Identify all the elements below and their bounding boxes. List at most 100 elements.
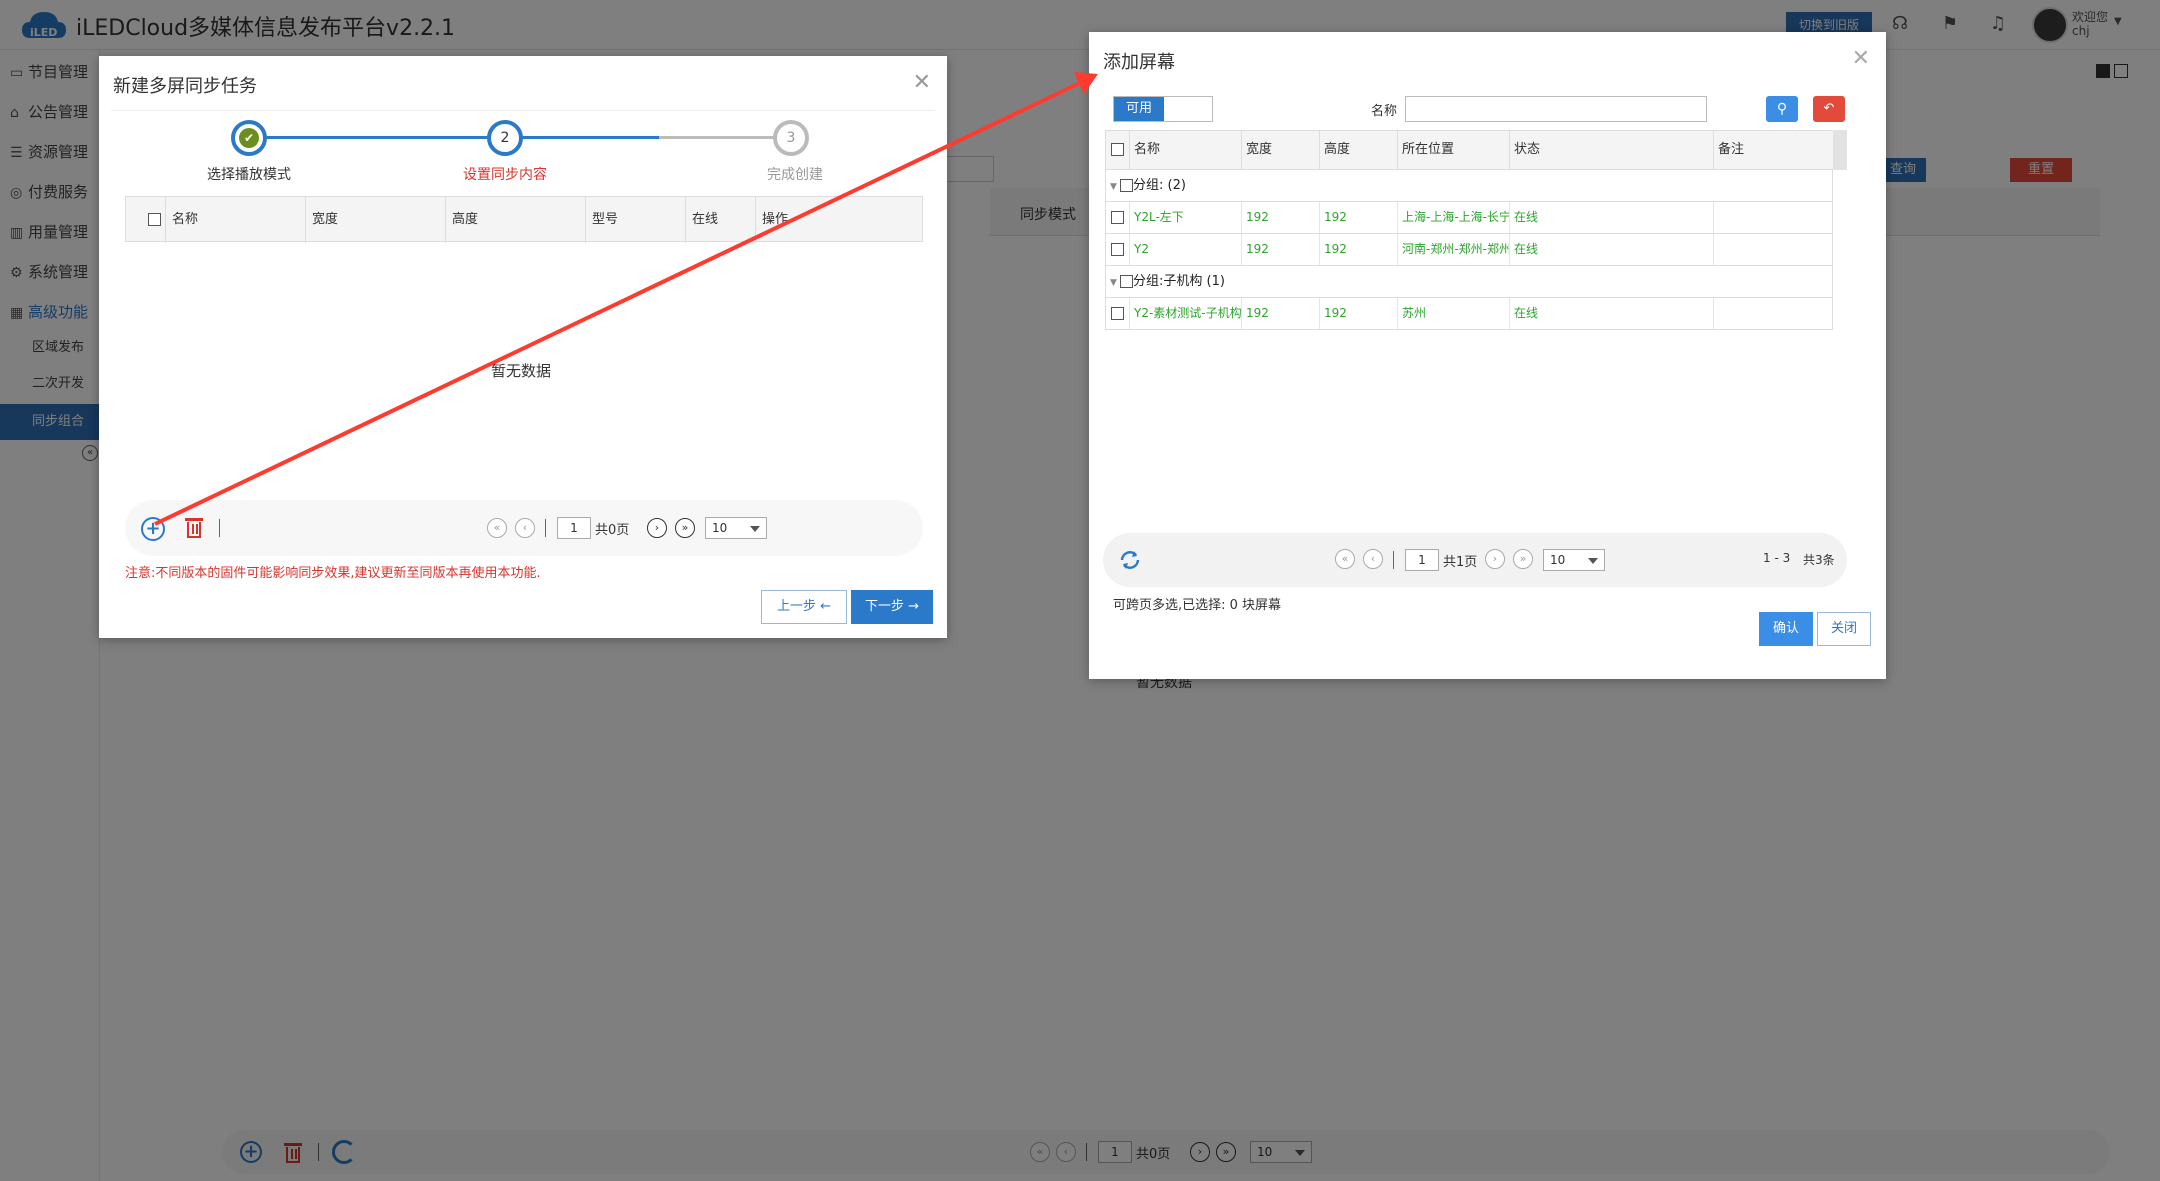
prev-page-icon[interactable]: ‹ [515, 518, 535, 538]
step-1-circle: ✔ [231, 120, 267, 156]
column-header: 宽度 [1242, 131, 1320, 169]
prev-page-icon[interactable]: ‹ [1363, 549, 1383, 569]
column-header: 所在位置 [1398, 131, 1510, 169]
row-checkbox[interactable] [1106, 202, 1130, 233]
page-size-select[interactable]: 10 [705, 517, 767, 539]
cell-height: 192 [1320, 234, 1398, 265]
row-checkbox[interactable] [1106, 234, 1130, 265]
step-3-circle: 3 [773, 120, 809, 156]
cell-status: 在线 [1510, 202, 1714, 233]
warning-note: 注意:不同版本的固件可能影响同步效果,建议更新至同版本再使用本功能. [125, 566, 541, 581]
cell-width: 192 [1242, 298, 1320, 329]
table-row[interactable]: Y2 192 192 河南-郑州-郑州-郑州 在线 [1105, 234, 1833, 266]
button-label: 下一步 [864, 599, 904, 614]
divider [111, 110, 935, 111]
group-row[interactable]: ▼ 分组:子机构 (1) [1105, 266, 1833, 298]
close-icon[interactable]: ✕ [913, 70, 931, 95]
column-header: 高度 [1320, 131, 1398, 169]
cell-location: 河南-郑州-郑州-郑州 [1398, 234, 1510, 265]
step-1-label: 选择播放模式 [207, 167, 291, 183]
check-icon: ✔ [239, 128, 259, 148]
table-header: 名称 宽度 高度 型号 在线 操作 [125, 196, 923, 243]
cell-name: Y2-素材测试-子机构 [1130, 298, 1242, 329]
page-input[interactable]: 1 [1405, 549, 1439, 571]
step-2-circle: 2 [487, 120, 523, 156]
reset-icon[interactable]: ↶ [1813, 96, 1845, 122]
group-row[interactable]: ▼ 分组: (2) [1105, 170, 1833, 202]
cell-name: Y2L-左下 [1130, 202, 1242, 233]
toggle-label: 可用 [1114, 97, 1164, 121]
page-size-select[interactable]: 10 [1543, 549, 1605, 571]
pagination: « ‹ 1 共1页 › » 10 1 - 3 共3条 [1103, 533, 1847, 587]
search-icon[interactable]: ⚲ [1766, 96, 1798, 122]
column-header: 型号 [586, 197, 686, 243]
column-header: 名称 [1130, 131, 1242, 169]
cell-location: 苏州 [1398, 298, 1510, 329]
column-header: 备注 [1714, 131, 1834, 169]
cell-height: 192 [1320, 202, 1398, 233]
record-total: 共3条 [1803, 553, 1835, 567]
caret-down-icon[interactable]: ▼ [1110, 171, 1120, 203]
cell-status: 在线 [1510, 298, 1714, 329]
group-checkbox[interactable] [1120, 179, 1133, 192]
cell-height: 192 [1320, 298, 1398, 329]
last-page-icon[interactable]: » [1513, 549, 1533, 569]
scrollbar[interactable] [1833, 130, 1847, 170]
table-header: 名称 宽度 高度 所在位置 状态 备注 [1105, 130, 1847, 170]
divider [1393, 551, 1394, 569]
step-3-label: 完成创建 [767, 167, 823, 183]
selected-count: 可跨页多选,已选择: 0 块屏幕 [1113, 598, 1282, 613]
column-header: 在线 [686, 197, 756, 243]
cell-width: 192 [1242, 202, 1320, 233]
next-page-icon[interactable]: › [1485, 549, 1505, 569]
cell-width: 192 [1242, 234, 1320, 265]
new-sync-task-dialog: 新建多屏同步任务 ✕ ✔ 2 3 选择播放模式 设置同步内容 完成创建 名称 宽… [99, 56, 947, 638]
total-pages: 共0页 [595, 523, 630, 538]
select-all-checkbox[interactable] [1106, 131, 1130, 169]
table-row[interactable]: Y2L-左下 192 192 上海-上海-上海-长宁 在线 [1105, 202, 1833, 234]
next-step-button[interactable]: 下一步 → [851, 590, 933, 624]
caret-down-icon[interactable]: ▼ [1110, 267, 1120, 299]
column-header: 名称 [166, 197, 306, 243]
first-page-icon[interactable]: « [1335, 549, 1355, 569]
trash-icon[interactable] [185, 516, 203, 538]
last-page-icon[interactable]: » [675, 518, 695, 538]
step-connector [249, 136, 505, 139]
divider [545, 519, 546, 537]
column-header: 高度 [446, 197, 586, 243]
group-label: 分组: (2) [1133, 178, 1186, 193]
prev-step-button[interactable]: 上一步 ← [761, 590, 847, 624]
next-page-icon[interactable]: › [647, 518, 667, 538]
column-header: 操作 [762, 212, 789, 227]
button-label: 上一步 [776, 599, 816, 614]
cell-name: Y2 [1130, 234, 1242, 265]
add-screen-icon[interactable]: + [141, 517, 165, 541]
divider [219, 519, 220, 537]
group-checkbox[interactable] [1120, 275, 1133, 288]
name-search-input[interactable] [1405, 96, 1707, 122]
record-range: 1 - 3 [1763, 551, 1791, 565]
total-pages: 共1页 [1443, 555, 1478, 570]
group-label: 分组:子机构 (1) [1133, 274, 1225, 289]
first-page-icon[interactable]: « [487, 518, 507, 538]
step-2-label: 设置同步内容 [463, 167, 547, 183]
select-all-checkbox[interactable] [126, 197, 166, 243]
cell-remark [1714, 202, 1834, 233]
page-input[interactable]: 1 [557, 517, 591, 539]
column-header: 宽度 [306, 197, 446, 243]
cell-remark [1714, 298, 1834, 329]
pagination: + « ‹ 1 共0页 › » 10 [125, 500, 923, 556]
row-checkbox[interactable] [1106, 298, 1130, 329]
cell-location: 上海-上海-上海-长宁 [1398, 202, 1510, 233]
close-button[interactable]: 关闭 [1817, 612, 1871, 646]
step-connector [659, 136, 791, 139]
step-connector [505, 136, 659, 139]
available-toggle[interactable]: 可用 [1113, 96, 1213, 122]
dialog-title: 添加屏幕 [1103, 52, 1175, 73]
table-row[interactable]: Y2-素材测试-子机构 192 192 苏州 在线 [1105, 298, 1833, 330]
name-label: 名称 [1371, 104, 1398, 119]
close-icon[interactable]: ✕ [1852, 46, 1870, 71]
confirm-button[interactable]: 确认 [1759, 612, 1813, 646]
refresh-icon[interactable] [1117, 547, 1143, 573]
column-header: 状态 [1510, 131, 1714, 169]
